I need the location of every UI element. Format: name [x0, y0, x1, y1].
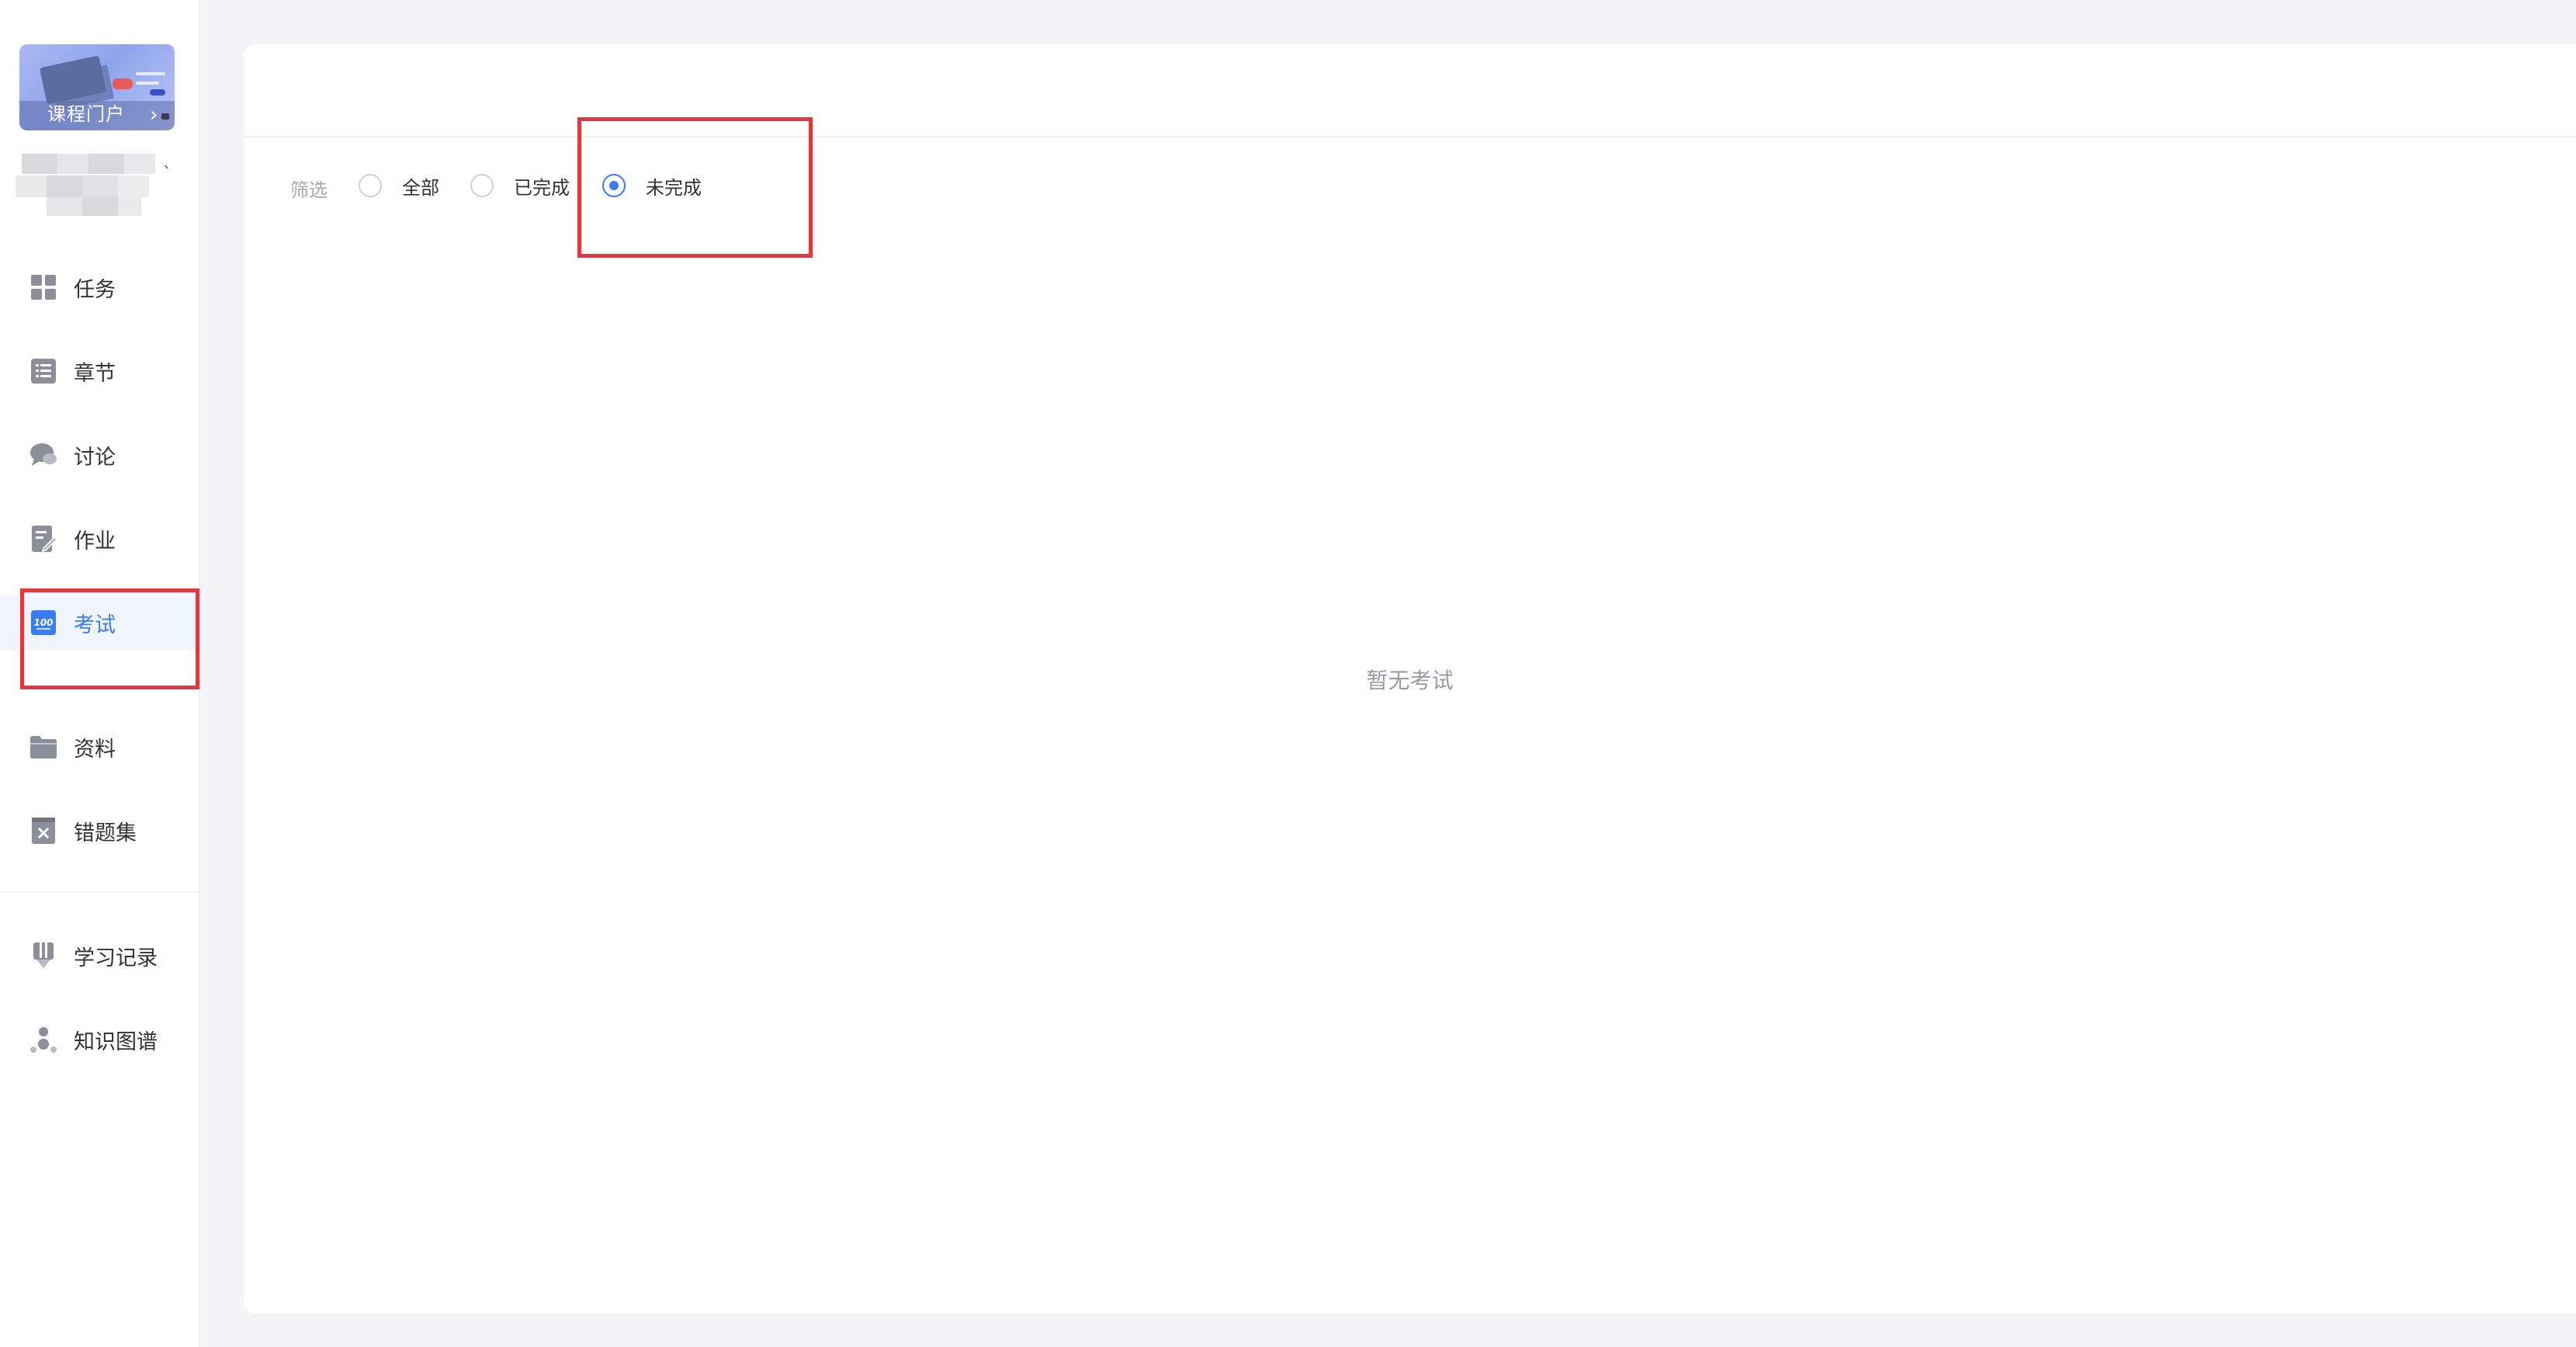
sidebar-item-chapter[interactable]: 章节: [0, 344, 199, 398]
chevron-right-icon: ›: [150, 103, 158, 127]
sidebar-item-knowledge-graph[interactable]: 知识图谱: [0, 1012, 199, 1067]
course-portal-card[interactable]: 课程门户 ›: [19, 44, 175, 130]
sidebar-item-exam[interactable]: 100 考试: [0, 595, 199, 650]
filter-option-label: 未完成: [646, 176, 702, 199]
sidebar-item-label: 学习记录: [74, 946, 158, 970]
list-icon: [29, 357, 57, 385]
knowledge-graph-icon: [29, 1026, 57, 1054]
exam-100-icon: 100: [29, 609, 57, 637]
illustration-pill: [150, 89, 165, 95]
illustration-line: [136, 82, 159, 85]
sidebar-item-label: 讨论: [74, 445, 116, 470]
illustration-badge: [113, 78, 133, 89]
radio-unchecked-icon[interactable]: [470, 174, 494, 197]
user-info-blurred[interactable]: [16, 154, 163, 217]
filter-option-label: 已完成: [514, 176, 570, 199]
sidebar: 课程门户 › ˋ 任务 章节 讨论 作业 100 考试 资料 错题集 学习记录 …: [0, 0, 199, 1347]
folder-icon: [29, 733, 57, 761]
bookmark-record-icon: [29, 942, 57, 970]
sidebar-item-materials[interactable]: 资料: [0, 720, 199, 774]
filter-option-incomplete[interactable]: 未完成: [602, 170, 702, 201]
filter-option-completed[interactable]: 已完成: [470, 170, 570, 201]
empty-state-text: 暂无考试: [1366, 668, 1454, 693]
sidebar-divider: [0, 891, 199, 893]
header-divider: [244, 136, 2576, 137]
sidebar-item-task[interactable]: 任务: [0, 260, 199, 314]
radio-unchecked-icon[interactable]: [359, 174, 382, 197]
sidebar-item-discussion[interactable]: 讨论: [0, 428, 199, 482]
sidebar-item-label: 任务: [74, 277, 116, 302]
sidebar-item-label: 考试: [74, 613, 116, 637]
sidebar-item-homework[interactable]: 作业: [0, 512, 199, 566]
sidebar-item-label: 章节: [74, 361, 116, 386]
sidebar-item-label: 错题集: [74, 821, 137, 845]
sidebar-item-label: 作业: [74, 529, 116, 554]
sidebar-item-label: 知识图谱: [74, 1029, 158, 1054]
sidebar-item-label: 资料: [74, 737, 116, 762]
chat-bubble-icon: [29, 441, 57, 469]
user-dropdown-icon[interactable]: ˋ: [163, 165, 172, 184]
sidebar-item-learning-record[interactable]: 学习记录: [0, 929, 199, 983]
sidebar-item-wrong-questions[interactable]: 错题集: [0, 804, 199, 858]
exam-list-panel: 筛选 全部 已完成 未完成 暂无考试: [244, 44, 2576, 1314]
small-badge-icon: [161, 113, 169, 120]
illustration-line: [136, 72, 165, 75]
radio-checked-icon[interactable]: [602, 174, 626, 197]
grid-icon: [29, 273, 57, 301]
filter-option-all[interactable]: 全部: [359, 170, 439, 201]
svg-text:100: 100: [33, 617, 53, 628]
course-illustration: [39, 55, 107, 105]
course-portal-label: 课程门户: [47, 103, 125, 125]
filter-label: 筛选: [290, 179, 328, 201]
filter-option-label: 全部: [402, 176, 439, 199]
wrong-question-icon: [29, 817, 57, 845]
edit-document-icon: [29, 525, 57, 553]
